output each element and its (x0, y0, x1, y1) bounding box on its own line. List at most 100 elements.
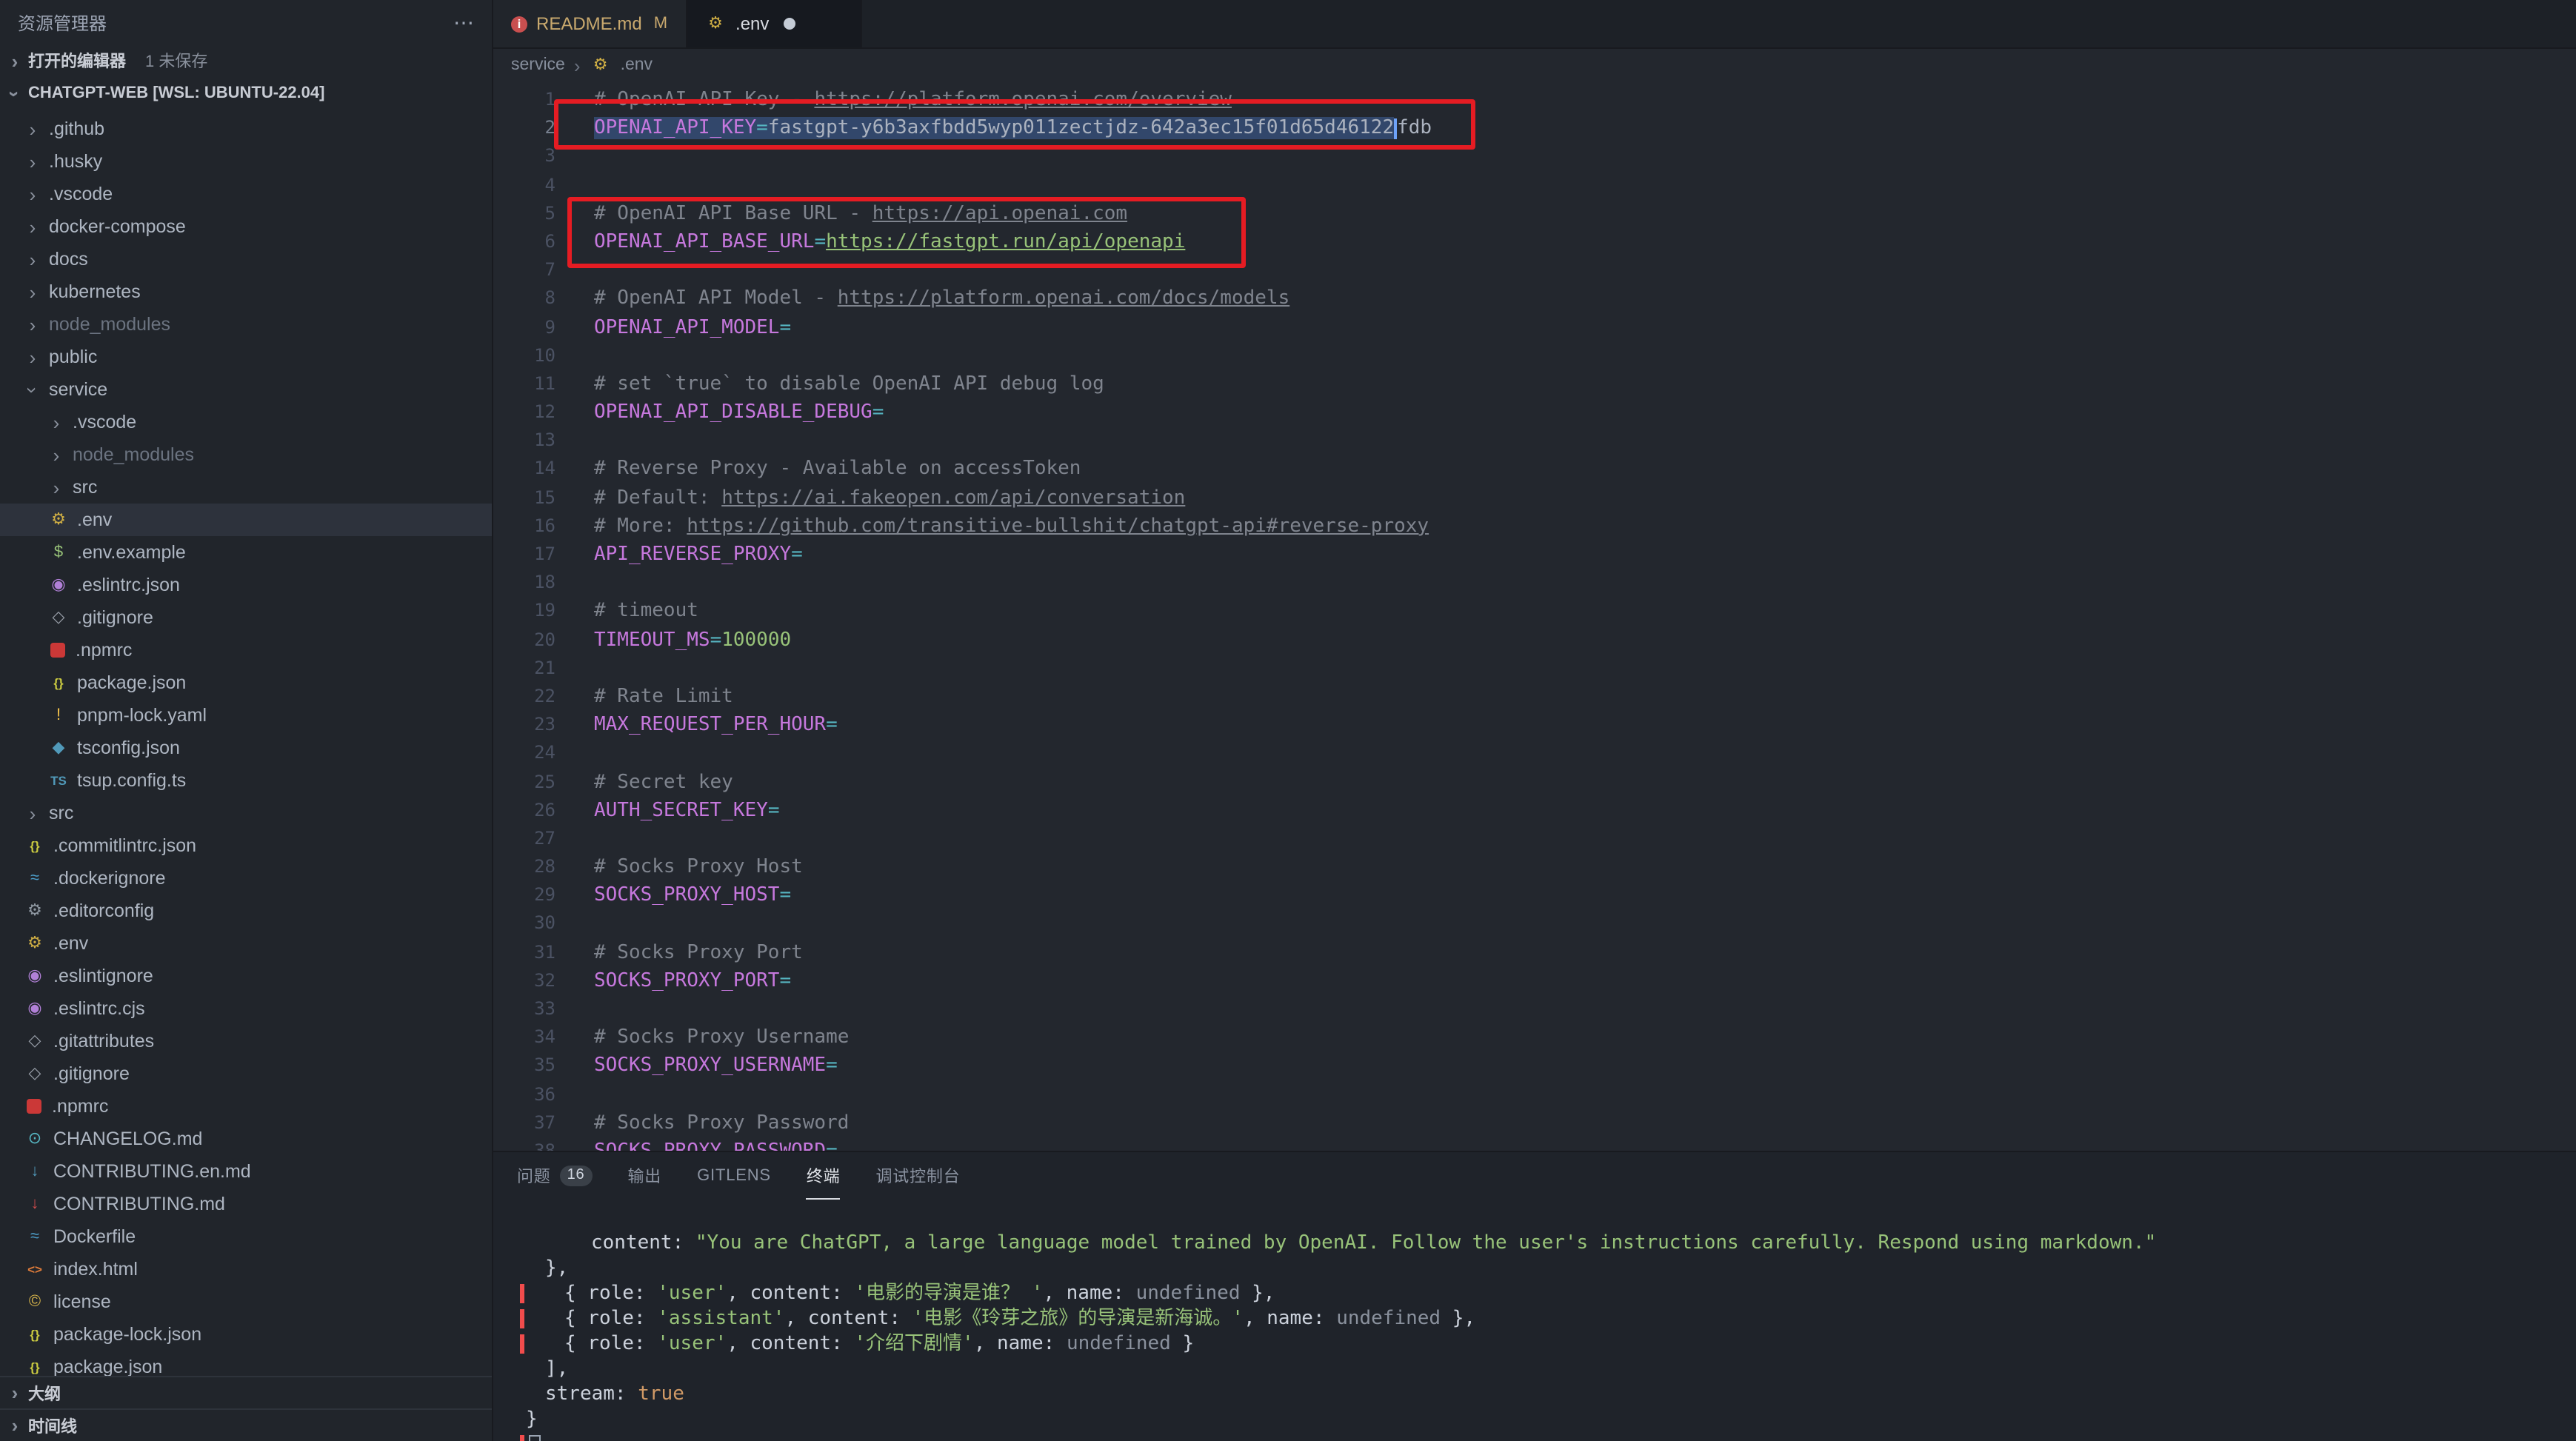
tree-item-.env.example[interactable]: $.env.example (0, 536, 492, 569)
editor-line-37[interactable]: 37# Socks Proxy Password (493, 1109, 2576, 1137)
tab-README.md[interactable]: iREADME.mdM (493, 0, 687, 47)
tree-item-.gitignore[interactable]: ◇.gitignore (0, 601, 492, 634)
tree-item-CONTRIBUTING.en.md[interactable]: ↓CONTRIBUTING.en.md (0, 1155, 492, 1188)
tree-item-node_modules[interactable]: ›node_modules (0, 308, 492, 341)
tree-item-service[interactable]: ›service (0, 373, 492, 406)
editor-line-9[interactable]: 9OPENAI_API_MODEL= (493, 313, 2576, 341)
line-number: 29 (493, 882, 555, 910)
tree-item-Dockerfile[interactable]: ≈Dockerfile (0, 1220, 492, 1253)
editor-line-36[interactable]: 36 (493, 1080, 2576, 1109)
tree-item-public[interactable]: ›public (0, 341, 492, 373)
tree-item-.commitlintrc.json[interactable]: {}.commitlintrc.json (0, 829, 492, 862)
editor-line-29[interactable]: 29 SOCKS_PROXY_HOST= (493, 882, 2576, 910)
editor-line-19[interactable]: 19# timeout (493, 598, 2576, 626)
editor-line-4[interactable]: 4 (493, 171, 2576, 199)
chevron-right-icon: › (24, 282, 41, 301)
tree-item-.vscode[interactable]: ›.vscode (0, 406, 492, 438)
editor-line-30[interactable]: 30 (493, 910, 2576, 938)
panel-tab-终端[interactable]: 终端 (807, 1152, 841, 1200)
editor-line-14[interactable]: 14# Reverse Proxy - Available on accessT… (493, 455, 2576, 484)
editor-line-10[interactable]: 10 (493, 341, 2576, 370)
tab-.env[interactable]: ⚙.env (687, 0, 861, 47)
tree-item-package-lock.json[interactable]: {}package-lock.json (0, 1318, 492, 1351)
tree-item-.eslintrc.json[interactable]: ◉.eslintrc.json (0, 569, 492, 601)
tree-item-pnpm-lock.yaml[interactable]: !pnpm-lock.yaml (0, 699, 492, 732)
editor-line-18[interactable]: 18 (493, 569, 2576, 597)
tree-item-CONTRIBUTING.md[interactable]: ↓CONTRIBUTING.md (0, 1188, 492, 1220)
line-number: 38 (493, 1137, 555, 1151)
tree-item-src[interactable]: ›src (0, 797, 492, 829)
editor-line-15[interactable]: 15# Default: https://ai.fakeopen.com/api… (493, 484, 2576, 512)
panel-tab-调试控制台[interactable]: 调试控制台 (876, 1152, 961, 1200)
editor-line-2[interactable]: 2OPENAI_API_KEY=fastgpt-y6b3axfbdd5wyp01… (493, 114, 2576, 142)
panel-tab-输出[interactable]: 输出 (628, 1152, 662, 1200)
tree-item-.gitattributes[interactable]: ◇.gitattributes (0, 1025, 492, 1057)
tree-item-.dockerignore[interactable]: ≈.dockerignore (0, 862, 492, 895)
editor-line-1[interactable]: 1# OpenAI API Key - https://platform.ope… (493, 86, 2576, 114)
tree-item-license[interactable]: ©license (0, 1285, 492, 1318)
editor-line-24[interactable]: 24 (493, 740, 2576, 768)
terminal-output[interactable]: content: "You are ChatGPT, a large langu… (493, 1200, 2576, 1441)
tree-item-tsup.config.ts[interactable]: TStsup.config.ts (0, 764, 492, 797)
editor-line-26[interactable]: 26AUTH_SECRET_KEY= (493, 796, 2576, 824)
editor-line-6[interactable]: 6OPENAI_API_BASE_URL=https://fastgpt.run… (493, 228, 2576, 256)
tree-item-.github[interactable]: ›.github (0, 113, 492, 145)
tree-item-kubernetes[interactable]: ›kubernetes (0, 275, 492, 308)
tree-item-.gitignore[interactable]: ◇.gitignore (0, 1057, 492, 1090)
editor-line-35[interactable]: 35SOCKS_PROXY_USERNAME= (493, 1052, 2576, 1080)
editor-line-25[interactable]: 25# Secret key (493, 768, 2576, 796)
editor-line-38[interactable]: 38SOCKS_PROXY_PASSWORD= (493, 1137, 2576, 1151)
editor-line-28[interactable]: 28# Socks Proxy Host (493, 853, 2576, 881)
code-text: SOCKS_PROXY_HOST= (594, 882, 791, 910)
tree-item-.npmrc[interactable]: .npmrc (0, 1090, 492, 1123)
editor-line-31[interactable]: 31# Socks Proxy Port (493, 938, 2576, 966)
editor-line-33[interactable]: 33 (493, 995, 2576, 1023)
chevron-right-icon: › (24, 347, 41, 367)
tree-item-.husky[interactable]: ›.husky (0, 145, 492, 178)
editor-line-20[interactable]: 20TIMEOUT_MS=100000 (493, 626, 2576, 654)
editor-line-32[interactable]: 32SOCKS_PROXY_PORT= (493, 967, 2576, 995)
editor-line-27[interactable]: 27 (493, 825, 2576, 853)
outline-section-header[interactable]: › 大纲 (0, 1376, 492, 1408)
tree-item-package.json[interactable]: {}package.json (0, 1351, 492, 1376)
tree-item-.env[interactable]: ⚙.env (0, 504, 492, 536)
tree-item-node_modules[interactable]: ›node_modules (0, 438, 492, 471)
tree-item-index.html[interactable]: <>index.html (0, 1253, 492, 1285)
tree-item-.eslintignore[interactable]: ◉.eslintignore (0, 960, 492, 992)
editor-line-12[interactable]: 12OPENAI_API_DISABLE_DEBUG= (493, 398, 2576, 427)
editor-line-34[interactable]: 34# Socks Proxy Username (493, 1023, 2576, 1052)
editor-line-17[interactable]: 17API_REVERSE_PROXY= (493, 541, 2576, 569)
unsaved-dot-icon[interactable] (784, 18, 795, 30)
tree-item-docker-compose[interactable]: ›docker-compose (0, 210, 492, 243)
timeline-section-header[interactable]: › 时间线 (0, 1408, 492, 1441)
editor-line-5[interactable]: 5# OpenAI API Base URL - https://api.ope… (493, 200, 2576, 228)
panel-tab-GITLENS[interactable]: GITLENS (697, 1152, 771, 1200)
tree-item-.eslintrc.cjs[interactable]: ◉.eslintrc.cjs (0, 992, 492, 1025)
editor-line-3[interactable]: 3 (493, 143, 2576, 171)
tree-item-src[interactable]: ›src (0, 471, 492, 504)
editor-line-22[interactable]: 22# Rate Limit (493, 683, 2576, 711)
breadcrumb-item-env[interactable]: .env (621, 56, 653, 74)
editor-line-8[interactable]: 8# OpenAI API Model - https://platform.o… (493, 285, 2576, 313)
editor-line-7[interactable]: 7 (493, 256, 2576, 284)
more-actions-icon[interactable]: ⋯ (453, 10, 474, 35)
code-editor[interactable]: 1# OpenAI API Key - https://platform.ope… (493, 81, 2576, 1151)
tree-item-.npmrc[interactable]: .npmrc (0, 634, 492, 666)
tree-item-.editorconfig[interactable]: ⚙.editorconfig (0, 895, 492, 927)
tree-item-tsconfig.json[interactable]: ◆tsconfig.json (0, 732, 492, 764)
tree-item-.vscode[interactable]: ›.vscode (0, 178, 492, 210)
breadcrumb[interactable]: service › ⚙ .env (493, 49, 2576, 81)
tree-item-.env[interactable]: ⚙.env (0, 927, 492, 960)
breadcrumb-item-service[interactable]: service (511, 56, 565, 74)
tree-item-package.json[interactable]: {}package.json (0, 666, 492, 699)
editor-line-21[interactable]: 21 (493, 655, 2576, 683)
editor-line-23[interactable]: 23MAX_REQUEST_PER_HOUR= (493, 711, 2576, 739)
open-editors-header[interactable]: › 打开的编辑器 1 未保存 (0, 44, 492, 77)
editor-line-13[interactable]: 13 (493, 427, 2576, 455)
project-root-header[interactable]: › CHATGPT-WEB [WSL: UBUNTU-22.04] (0, 77, 492, 110)
editor-line-16[interactable]: 16# More: https://github.com/transitive-… (493, 512, 2576, 541)
tree-item-CHANGELOG.md[interactable]: ⊙CHANGELOG.md (0, 1123, 492, 1155)
panel-tab-问题[interactable]: 问题16 (517, 1152, 593, 1200)
tree-item-docs[interactable]: ›docs (0, 243, 492, 275)
editor-line-11[interactable]: 11# set `true` to disable OpenAI API deb… (493, 370, 2576, 398)
